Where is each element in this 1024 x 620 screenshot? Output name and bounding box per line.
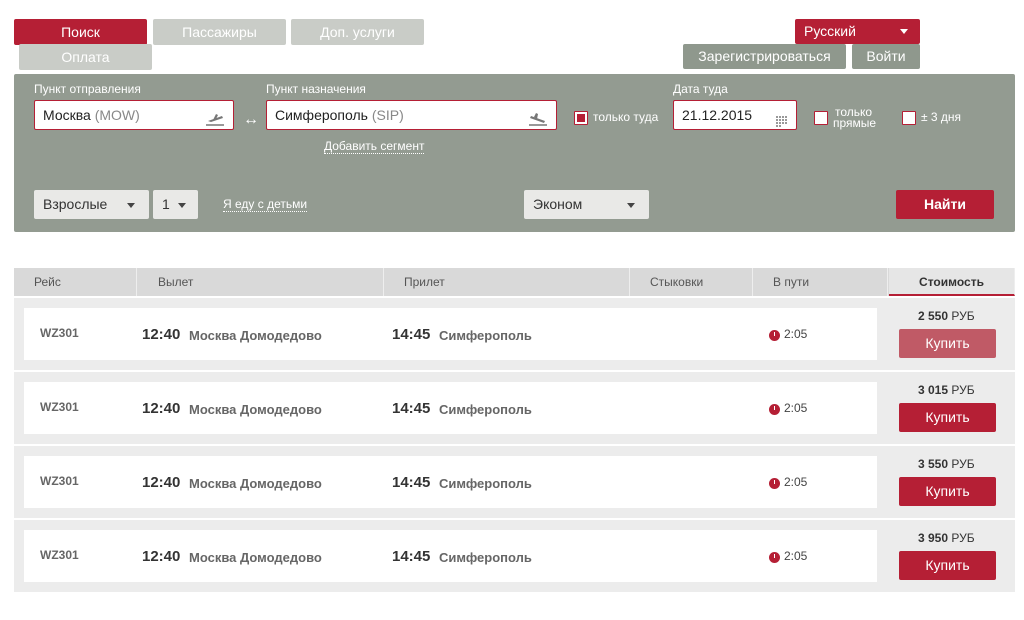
- departure-airport: Москва Домодедово: [189, 402, 322, 417]
- flexible-dates-checkbox[interactable]: [902, 111, 916, 125]
- fare-price: 3 550 РУБ: [918, 457, 988, 471]
- chevron-down-icon: [627, 203, 635, 208]
- arrival-airport: Симферополь: [439, 476, 532, 491]
- language-select[interactable]: Русский: [795, 19, 920, 44]
- flight-number: WZ301: [40, 548, 79, 562]
- origin-label: Пункт отправления: [34, 82, 141, 96]
- clock-icon: [769, 404, 780, 415]
- login-button[interactable]: Войти: [852, 44, 920, 69]
- destination-code: (SIP): [371, 107, 404, 123]
- cabin-class-value: Эконом: [533, 196, 583, 212]
- add-segment-link[interactable]: Добавить сегмент: [324, 139, 425, 154]
- origin-field[interactable]: Москва (MOW): [34, 100, 234, 130]
- cabin-class-select[interactable]: Эконом: [524, 190, 649, 219]
- calendar-icon[interactable]: [776, 109, 788, 137]
- swap-arrows-icon[interactable]: ↔: [243, 111, 259, 129]
- fare-currency: РУБ: [951, 531, 975, 545]
- landing-icon: [528, 108, 548, 136]
- tab-services[interactable]: Доп. услуги: [291, 19, 424, 45]
- fare-price: 2 550 РУБ: [918, 309, 988, 323]
- header-price: Стоимость: [889, 268, 1015, 296]
- find-button[interactable]: Найти: [896, 190, 994, 219]
- passenger-type-value: Взрослые: [43, 196, 108, 212]
- arrival-time: 14:45: [392, 548, 431, 565]
- fare-price: 3 015 РУБ: [918, 383, 988, 397]
- one-way-checkbox[interactable]: [574, 111, 588, 125]
- chevron-down-icon: [178, 203, 186, 208]
- register-button[interactable]: Зарегистрироваться: [683, 44, 846, 69]
- origin-code: (MOW): [94, 107, 140, 123]
- flight-card: WZ301 12:40 Москва Домодедово 14:45 Симф…: [24, 308, 877, 360]
- departure-airport: Москва Домодедово: [189, 328, 322, 343]
- header-departure: Вылет: [138, 268, 384, 296]
- flight-card: WZ301 12:40 Москва Домодедово 14:45 Симф…: [24, 530, 877, 582]
- fare-amount: 3 550: [918, 457, 949, 471]
- buy-button[interactable]: Купить: [899, 551, 996, 580]
- direct-only-checkbox[interactable]: [814, 111, 828, 125]
- direct-only-line2: прямые: [833, 116, 877, 130]
- buy-button[interactable]: Купить: [899, 477, 996, 506]
- date-field[interactable]: 21.12.2015: [673, 100, 797, 130]
- date-label: Дата туда: [673, 82, 728, 96]
- results-header: Рейс Вылет Прилет Стыковки В пути Стоимо…: [14, 268, 1015, 296]
- flight-duration: 2:05: [784, 327, 808, 341]
- flight-duration: 2:05: [784, 401, 808, 415]
- language-label: Русский: [804, 23, 856, 39]
- departure-time: 12:40: [142, 400, 181, 417]
- flight-duration: 2:05: [784, 549, 808, 563]
- with-kids-link[interactable]: Я еду с детьми: [223, 197, 308, 212]
- one-way-label: только туда: [593, 110, 659, 124]
- header-connections: Стыковки: [630, 268, 753, 296]
- arrival-airport: Симферополь: [439, 328, 532, 343]
- header-duration: В пути: [753, 268, 888, 296]
- departure-time: 12:40: [142, 474, 181, 491]
- flight-number: WZ301: [40, 400, 79, 414]
- direct-only-label: только прямые: [833, 106, 877, 130]
- chevron-down-icon: [127, 203, 135, 208]
- tab-payment[interactable]: Оплата: [19, 44, 152, 70]
- chevron-down-icon: [900, 29, 908, 34]
- takeoff-icon: [205, 108, 225, 136]
- destination-field[interactable]: Симферополь (SIP): [266, 100, 557, 130]
- date-value: 21.12.2015: [682, 107, 753, 123]
- fare-currency: РУБ: [951, 457, 975, 471]
- arrival-time: 14:45: [392, 400, 431, 417]
- flight-number: WZ301: [40, 326, 79, 340]
- departure-time: 12:40: [142, 548, 181, 565]
- flight-duration: 2:05: [784, 475, 808, 489]
- departure-time: 12:40: [142, 326, 181, 343]
- flight-number: WZ301: [40, 474, 79, 488]
- tab-search[interactable]: Поиск: [14, 19, 147, 45]
- origin-city: Москва: [43, 107, 91, 123]
- departure-airport: Москва Домодедово: [189, 476, 322, 491]
- clock-icon: [769, 552, 780, 563]
- fare-currency: РУБ: [951, 309, 975, 323]
- buy-button[interactable]: Купить: [899, 403, 996, 432]
- header-arrival: Прилет: [384, 268, 630, 296]
- header-flight: Рейс: [14, 268, 137, 296]
- departure-airport: Москва Домодедово: [189, 550, 322, 565]
- fare-currency: РУБ: [951, 383, 975, 397]
- passenger-count-value: 1: [162, 196, 170, 212]
- arrival-airport: Симферополь: [439, 550, 532, 565]
- clock-icon: [769, 478, 780, 489]
- buy-button[interactable]: Купить: [899, 329, 996, 358]
- destination-label: Пункт назначения: [266, 82, 366, 96]
- passenger-type-select[interactable]: Взрослые: [34, 190, 149, 219]
- arrival-time: 14:45: [392, 474, 431, 491]
- fare-amount: 3 950: [918, 531, 949, 545]
- tab-passengers[interactable]: Пассажиры: [153, 19, 286, 45]
- passenger-count-select[interactable]: 1: [153, 190, 198, 219]
- destination-city: Симферополь: [275, 107, 368, 123]
- fare-amount: 3 015: [918, 383, 949, 397]
- fare-price: 3 950 РУБ: [918, 531, 988, 545]
- arrival-airport: Симферополь: [439, 402, 532, 417]
- clock-icon: [769, 330, 780, 341]
- flexible-dates-label: ± 3 дня: [921, 110, 962, 124]
- arrival-time: 14:45: [392, 326, 431, 343]
- flight-card: WZ301 12:40 Москва Домодедово 14:45 Симф…: [24, 382, 877, 434]
- flight-card: WZ301 12:40 Москва Домодедово 14:45 Симф…: [24, 456, 877, 508]
- fare-amount: 2 550: [918, 309, 949, 323]
